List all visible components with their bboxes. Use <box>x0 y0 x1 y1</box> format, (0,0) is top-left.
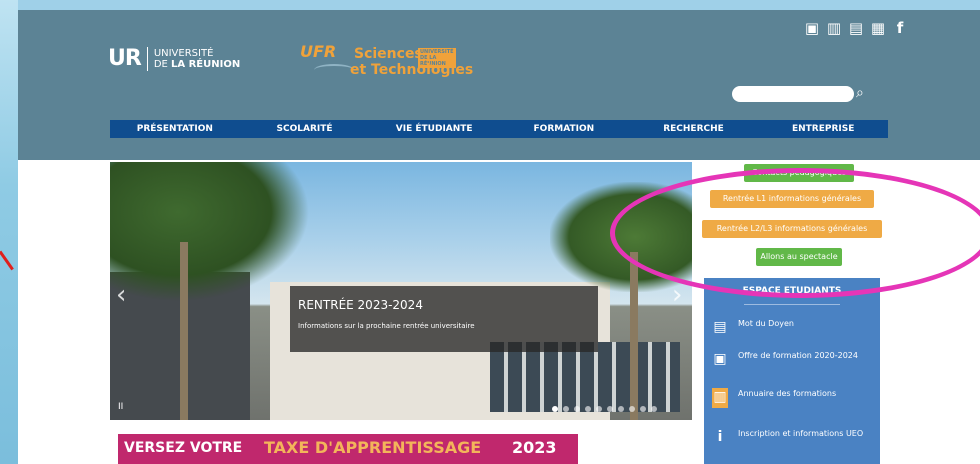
carousel-dot[interactable] <box>563 406 569 412</box>
universite-line2-name: LA RÉUNION <box>171 58 241 70</box>
backdrop-strip <box>0 0 18 464</box>
hero-caption[interactable]: RENTRÉE 2023-2024 Informations sur la pr… <box>290 286 598 352</box>
carousel-dot[interactable] <box>596 406 602 412</box>
library-icon[interactable]: ▥ <box>826 20 842 36</box>
main-nav: PRÉSENTATION SCOLARITÉ VIE ÉTUDIANTE FOR… <box>110 120 888 138</box>
hero-title: RENTRÉE 2023-2024 <box>298 298 423 312</box>
palm-trunk <box>630 252 638 420</box>
annotation-line <box>0 250 14 271</box>
espace-item[interactable]: ▤ Mot du Doyen <box>712 318 868 338</box>
ufr-swoosh <box>314 64 354 76</box>
espace-divider <box>744 304 840 305</box>
espace-item[interactable]: ▥ Annuaire des formations <box>712 388 868 408</box>
banner-text-1: VERSEZ VOTRE <box>124 440 243 456</box>
banner-year: 2023 <box>512 438 557 457</box>
espace-item[interactable]: ▣ Offre de formation 2020-2024 <box>712 350 868 370</box>
search-icon[interactable]: ⌕ <box>856 84 874 102</box>
nav-vie-etudiante[interactable]: VIE ÉTUDIANTE <box>369 120 499 138</box>
universite-name: UNIVERSITÉ DE LA RÉUNION <box>154 48 240 70</box>
nav-presentation[interactable]: PRÉSENTATION <box>110 120 240 138</box>
universite-line1: UNIVERSITÉ <box>153 47 214 59</box>
carousel-dot[interactable] <box>585 406 591 412</box>
espace-etudiants-panel: ESPACE ETUDIANTS ▤ Mot du Doyen ▣ Offre … <box>704 278 880 464</box>
carousel-dot[interactable] <box>640 406 646 412</box>
hero-palm-left <box>110 162 310 302</box>
carousel-pause-icon[interactable]: II <box>118 402 123 412</box>
ufr-technologies: et Technologies <box>350 62 474 78</box>
webpage: UR UNIVERSITÉ DE LA RÉUNION UFR Sciences… <box>18 10 980 464</box>
hero-carousel[interactable]: RENTRÉE 2023-2024 Informations sur la pr… <box>110 162 692 420</box>
photo-icon[interactable]: ▣ <box>804 20 820 36</box>
carousel-dots <box>552 406 657 412</box>
carousel-prev-icon[interactable]: ‹ <box>116 280 126 310</box>
document-icon: ▤ <box>713 319 727 335</box>
calendar-icon[interactable]: ▦ <box>870 20 886 36</box>
search-input[interactable] <box>732 86 854 102</box>
carousel-dot[interactable] <box>574 406 580 412</box>
carousel-dot[interactable] <box>618 406 624 412</box>
info-icon: i <box>717 429 723 445</box>
logo-separator <box>146 46 148 71</box>
carousel-next-icon[interactable]: › <box>672 280 682 310</box>
ufr-sciences: Sciences <box>354 46 423 62</box>
espace-item-label: Offre de formation 2020-2024 <box>738 351 858 360</box>
hero-windows <box>490 342 680 412</box>
nav-formation[interactable]: FORMATION <box>499 120 629 138</box>
top-icon-bar: ▣ ▥ ▤ ▦ f <box>804 20 908 36</box>
site-header: UR UNIVERSITÉ DE LA RÉUNION UFR Sciences… <box>18 10 980 160</box>
espace-item-label: Annuaire des formations <box>738 389 837 398</box>
highlight-ellipse <box>610 168 980 298</box>
carousel-dot[interactable] <box>651 406 657 412</box>
ufr-mark: UFR <box>300 42 337 61</box>
ufr-logo[interactable]: UFR Sciences UNIVERSITÉ DE LA RÉUNION et… <box>300 42 473 78</box>
carousel-dot[interactable] <box>607 406 613 412</box>
espace-item[interactable]: i Inscription et informations UEO <box>712 428 868 448</box>
banner-text-2: TAXE D'APPRENTISSAGE <box>264 438 482 457</box>
espace-item-label: Inscription et informations UEO <box>738 429 864 438</box>
directory-icon: ▥ <box>712 388 728 408</box>
nav-entreprise[interactable]: ENTREPRISE <box>758 120 888 138</box>
directory-icon[interactable]: ▤ <box>848 20 864 36</box>
apprenticeship-tax-banner[interactable]: VERSEZ VOTRE TAXE D'APPRENTISSAGE 2023 <box>118 434 578 464</box>
nav-scolarite[interactable]: SCOLARITÉ <box>240 120 370 138</box>
book-icon: ▣ <box>713 351 727 367</box>
universite-line2-prefix: DE <box>153 58 172 70</box>
nav-recherche[interactable]: RECHERCHE <box>629 120 759 138</box>
palm-trunk <box>180 242 188 420</box>
hero-subtitle: Informations sur la prochaine rentrée un… <box>298 322 475 330</box>
universite-logo[interactable]: UR UNIVERSITÉ DE LA RÉUNION <box>108 46 240 71</box>
ur-logo-mark: UR <box>108 46 142 71</box>
facebook-icon[interactable]: f <box>892 20 908 36</box>
carousel-dot[interactable] <box>552 406 558 412</box>
espace-item-label: Mot du Doyen <box>738 319 794 328</box>
carousel-dot[interactable] <box>629 406 635 412</box>
